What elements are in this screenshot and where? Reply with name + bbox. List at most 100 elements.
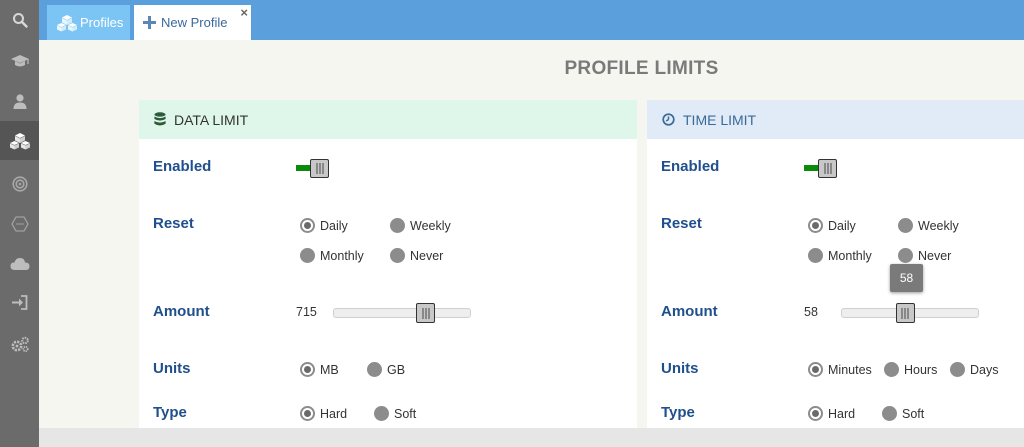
radio-dot [808,362,823,377]
cubes-icon [9,132,30,149]
slider-handle[interactable] [416,303,436,323]
data-units-label: Units [153,360,191,377]
time-limit-panel: TIME LIMIT Enabled Reset Daily Weekly Mo… [647,100,1024,428]
radio-dot [300,218,315,233]
tab-profiles[interactable]: Profiles [47,5,130,40]
radio-dot [884,362,899,377]
radio-label: Monthly [320,248,364,263]
grip-icon [901,307,910,319]
sidebar-item-search[interactable] [0,0,39,39]
toggle-knob[interactable] [310,159,329,178]
radio-label: Never [410,248,444,263]
radio-label: GB [387,362,406,377]
time-enabled-toggle[interactable] [804,159,838,179]
radio-label: Never [918,248,952,263]
time-limit-title: TIME LIMIT [683,111,757,128]
radio-label: Daily [828,218,856,233]
sidebar-item-settings[interactable] [0,325,39,364]
radio-dot [898,248,913,263]
data-limit-title: DATA LIMIT [174,111,249,128]
data-type-label: Type [153,404,187,421]
data-limit-panel: DATA LIMIT Enabled Reset Daily Weekly Mo… [139,100,637,428]
amount-tooltip: 58 [890,264,923,292]
time-amount-value: 58 [804,305,818,319]
data-limit-header: DATA LIMIT [139,100,637,139]
search-icon [12,12,28,28]
data-type-hard[interactable]: Hard [300,406,347,421]
data-reset-never[interactable]: Never [390,248,443,263]
radio-label: Soft [902,406,925,421]
toggle-knob[interactable] [818,159,837,178]
radio-dot [950,362,965,377]
radio-label: Monthly [828,248,872,263]
sidebar-item-cloud[interactable] [0,244,39,283]
time-units-days[interactable]: Days [950,362,998,377]
radio-dot [808,248,823,263]
radio-dot [367,362,382,377]
time-type-hard[interactable]: Hard [808,406,855,421]
data-units-gb[interactable]: GB [367,362,405,377]
time-amount-slider[interactable] [841,303,979,323]
radio-dot [882,406,897,421]
page-title: PROFILE LIMITS [564,58,719,79]
radio-label: Weekly [918,218,959,233]
radio-dot [300,362,315,377]
time-reset-monthly[interactable]: Monthly [808,248,872,263]
tab-profiles-label: Profiles [80,15,124,30]
radio-dot [300,248,315,263]
sign-in-icon [12,295,28,310]
radio-label: Hours [904,362,938,377]
radio-dot [808,406,823,421]
grip-icon [315,163,324,174]
time-reset-daily[interactable]: Daily [808,218,856,233]
data-enabled-toggle[interactable] [296,159,330,179]
time-reset-label: Reset [661,215,702,232]
sidebar-item-login[interactable] [0,283,39,322]
time-reset-never[interactable]: Never [898,248,951,263]
plus-icon [143,16,156,29]
radio-label: Days [970,362,999,377]
sidebar-item-hotspots[interactable] [0,164,39,203]
database-icon [154,112,166,126]
tab-new-profile[interactable]: New Profile × [134,5,251,40]
cloud-icon [9,258,29,270]
top-bar: Profiles New Profile × [39,0,1024,40]
grip-icon [823,163,832,174]
radio-dot [300,406,315,421]
bottom-bar [39,428,1024,447]
time-units-hours[interactable]: Hours [884,362,937,377]
time-limit-header: TIME LIMIT [647,100,1024,139]
time-reset-weekly[interactable]: Weekly [898,218,959,233]
data-amount-slider[interactable] [333,303,471,323]
sidebar [0,0,39,447]
time-units-minutes[interactable]: Minutes [808,362,872,377]
radio-dot [374,406,389,421]
time-type-label: Type [661,404,695,421]
radio-label: Weekly [410,218,451,233]
slider-handle[interactable] [895,303,915,323]
time-type-soft[interactable]: Soft [882,406,924,421]
radio-label: MB [320,362,339,377]
data-enabled-label: Enabled [153,158,212,175]
sidebar-item-education[interactable] [0,41,39,80]
data-amount-label: Amount [153,303,210,320]
grip-icon [421,307,430,319]
user-icon [13,94,26,109]
data-reset-daily[interactable]: Daily [300,218,348,233]
sidebar-item-profiles[interactable] [0,121,39,160]
clock-icon [662,113,675,126]
data-units-mb[interactable]: MB [300,362,339,377]
sidebar-item-users[interactable] [0,82,39,121]
graduation-cap-icon [10,54,29,66]
radio-label: Hard [320,406,348,421]
time-amount-label: Amount [661,303,718,320]
data-reset-weekly[interactable]: Weekly [390,218,451,233]
cogs-icon [11,336,29,353]
data-reset-monthly[interactable]: Monthly [300,248,364,263]
data-type-soft[interactable]: Soft [374,406,416,421]
close-icon[interactable]: × [240,6,248,19]
data-amount-value: 715 [296,305,317,319]
time-enabled-label: Enabled [661,158,720,175]
radio-label: Daily [320,218,348,233]
sidebar-item-nodes[interactable] [0,204,39,243]
